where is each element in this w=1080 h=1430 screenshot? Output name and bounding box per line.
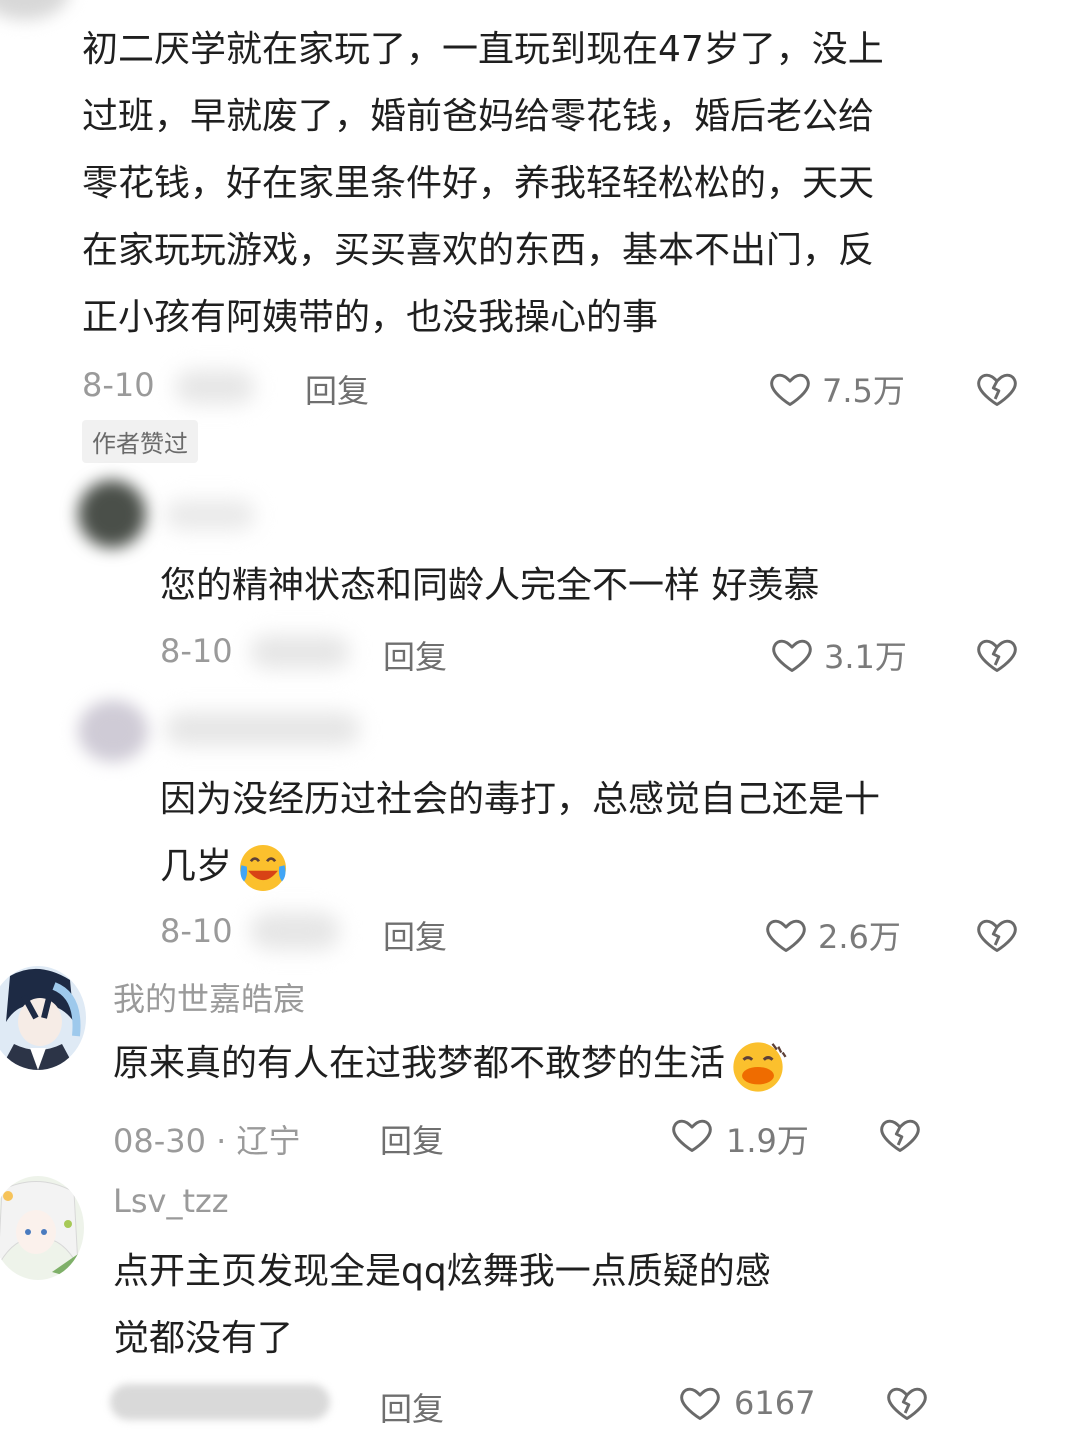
avatar[interactable] (0, 1176, 84, 1280)
comment-line: 正小孩有阿姨带的，也没我操心的事 (82, 297, 659, 338)
location-blurred (250, 635, 350, 669)
comment-line: 零花钱，好在家里条件好，养我轻轻松松的，天天 (82, 163, 875, 204)
comment-text: 您的精神状态和同龄人完全不一样 好羡慕 (160, 565, 820, 606)
location-blurred (250, 912, 340, 950)
heart-outline-icon[interactable] (768, 366, 812, 410)
like-count: 2.6万 (818, 918, 901, 956)
username-blurred[interactable] (165, 500, 255, 530)
laughing-crying-emoji (236, 841, 290, 895)
avatar[interactable] (0, 966, 86, 1070)
broken-heart-icon[interactable] (975, 912, 1019, 956)
avatar-blurred[interactable] (78, 700, 148, 762)
heart-outline-icon[interactable] (770, 632, 814, 676)
heart-outline-icon[interactable] (764, 912, 808, 956)
comment-date: 8-10 (82, 366, 155, 404)
comment-line: 因为没经历过社会的毒打，总感觉自己还是十 (160, 779, 881, 820)
avatar-blurred[interactable] (78, 480, 146, 548)
heart-outline-icon[interactable] (670, 1112, 714, 1156)
like-count: 6167 (734, 1384, 816, 1422)
duck-smile-emoji (729, 1038, 787, 1092)
broken-heart-icon[interactable] (975, 366, 1019, 410)
comment-date: 8-10 (160, 912, 233, 950)
comment-date: 8-10 (160, 632, 233, 670)
location-blurred (175, 370, 255, 404)
reply-button[interactable]: 回复 (383, 912, 447, 958)
comment-text: 初二厌学就在家玩了，一直玩到现在47岁了，没上 过班，早就废了，婚前爸妈给零花钱… (82, 16, 1032, 351)
comment-line: 几岁 (160, 833, 1020, 900)
comment-line: 初二厌学就在家玩了，一直玩到现在47岁了，没上 (82, 29, 884, 70)
comment-text: 点开主页发现全是qq炫舞我一点质疑的感 觉都没有了 (113, 1238, 1033, 1372)
comment-date-location: 08-30 · 辽宁 (113, 1122, 301, 1160)
comment-line: 觉都没有了 (113, 1318, 294, 1359)
reply-button[interactable]: 回复 (305, 366, 369, 412)
username-blurred[interactable] (165, 712, 360, 746)
avatar-blurred[interactable] (0, 0, 70, 20)
broken-heart-icon[interactable] (975, 632, 1019, 676)
heart-outline-icon[interactable] (678, 1380, 722, 1424)
reply-button[interactable]: 回复 (383, 632, 447, 678)
date-location-blurred (110, 1384, 330, 1420)
like-count: 7.5万 (822, 372, 905, 410)
reply-button[interactable]: 回复 (380, 1116, 444, 1162)
broken-heart-icon[interactable] (885, 1380, 929, 1424)
username[interactable]: Lsv_tzz (113, 1182, 229, 1220)
broken-heart-icon[interactable] (878, 1112, 922, 1156)
comment-text: 原来真的有人在过我梦都不敢梦的生活 (113, 1030, 1033, 1097)
comment-line: 过班，早就废了，婚前爸妈给零花钱，婚后老公给 (82, 96, 875, 137)
author-liked-badge: 作者赞过 (82, 420, 198, 463)
comment-line: 点开主页发现全是qq炫舞我一点质疑的感 (113, 1251, 771, 1292)
like-count: 1.9万 (726, 1122, 809, 1160)
comment-text: 因为没经历过社会的毒打，总感觉自己还是十 几岁 (160, 766, 1020, 900)
reply-button[interactable]: 回复 (380, 1384, 444, 1430)
username[interactable]: 我的世嘉皓宸 (113, 974, 305, 1020)
like-count: 3.1万 (824, 638, 907, 676)
comment-line: 在家玩玩游戏，买买喜欢的东西，基本不出门，反 (82, 230, 875, 271)
